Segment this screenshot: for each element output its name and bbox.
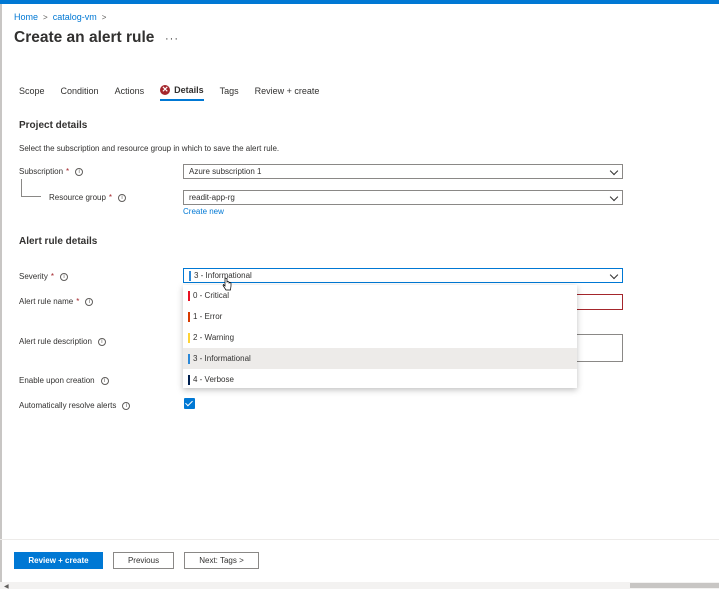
subscription-dropdown[interactable]: Azure subscription 1: [183, 164, 623, 179]
severity-options-list: 0 - Critical 1 - Error 2 - Warning 3 - I…: [183, 285, 577, 388]
resource-group-label: Resource group * i: [49, 193, 127, 202]
tab-label: Review + create: [254, 86, 320, 96]
top-accent-bar: [0, 0, 719, 4]
severity-option[interactable]: 3 - Informational: [183, 348, 577, 369]
tab-condition[interactable]: Condition: [61, 85, 99, 101]
resource-group-value: readit-app-rg: [189, 193, 235, 202]
severity-label-text: Severity: [19, 272, 48, 281]
breadcrumb: Home > catalog-vm >: [14, 12, 111, 22]
project-details-description: Select the subscription and resource gro…: [19, 144, 280, 153]
alert-rule-description-label: Alert rule description i: [19, 337, 106, 346]
create-new-link[interactable]: Create new: [183, 207, 224, 216]
severity-option[interactable]: 1 - Error: [183, 306, 577, 327]
breadcrumb-separator: >: [43, 12, 48, 22]
info-icon[interactable]: i: [118, 193, 127, 202]
enable-upon-creation-label: Enable upon creation i: [19, 376, 109, 385]
auto-resolve-label-text: Automatically resolve alerts: [19, 401, 117, 410]
tab-review-create[interactable]: Review + create: [255, 85, 320, 101]
tree-connector: [21, 179, 41, 197]
left-edge: [0, 4, 2, 589]
tab-label: Condition: [60, 86, 99, 96]
chevron-down-icon: [609, 270, 619, 280]
tab-scope[interactable]: Scope: [19, 85, 45, 101]
more-options-icon[interactable]: ···: [165, 33, 179, 45]
severity-option-label: 2 - Warning: [193, 333, 235, 342]
info-icon[interactable]: i: [100, 376, 109, 385]
info-icon[interactable]: i: [75, 167, 84, 176]
severity-color-bar: [188, 311, 190, 322]
previous-button[interactable]: Previous: [113, 552, 174, 569]
severity-color-bar: [188, 374, 190, 385]
alert-rule-description-label-text: Alert rule description: [19, 337, 92, 346]
mouse-cursor-icon: [222, 277, 232, 291]
alert-rule-name-label: Alert rule name * i: [19, 297, 94, 306]
tab-label: Details: [174, 85, 204, 95]
tab-details[interactable]: ✕ Details: [160, 85, 204, 101]
page-title: Create an alert rule: [14, 29, 155, 46]
severity-label: Severity * i: [19, 272, 69, 281]
subscription-value: Azure subscription 1: [189, 167, 262, 176]
auto-resolve-label: Automatically resolve alerts i: [19, 401, 131, 410]
review-create-button[interactable]: Review + create: [14, 552, 103, 569]
info-icon[interactable]: i: [97, 337, 106, 346]
info-icon[interactable]: i: [85, 297, 94, 306]
resource-group-label-text: Resource group: [49, 193, 106, 202]
footer-divider: [0, 539, 719, 540]
severity-color-bar: [188, 332, 190, 343]
subscription-label: Subscription * i: [19, 167, 84, 176]
required-mark: *: [76, 297, 80, 306]
tab-actions[interactable]: Actions: [115, 85, 145, 101]
next-tags-button[interactable]: Next: Tags >: [184, 552, 259, 569]
severity-option-label: 4 - Verbose: [193, 375, 234, 384]
info-icon[interactable]: i: [122, 401, 131, 410]
enable-upon-creation-label-text: Enable upon creation: [19, 376, 95, 385]
severity-option[interactable]: 0 - Critical: [183, 285, 577, 306]
auto-resolve-checkbox[interactable]: [184, 398, 195, 409]
tab-label: Scope: [19, 86, 45, 96]
error-icon: ✕: [160, 85, 171, 95]
severity-option[interactable]: 2 - Warning: [183, 327, 577, 348]
project-details-heading: Project details: [19, 120, 88, 131]
chevron-down-icon: [609, 166, 619, 176]
required-mark: *: [108, 193, 113, 202]
required-mark: *: [66, 167, 70, 176]
scroll-left-icon[interactable]: ◀: [4, 583, 9, 589]
tab-label: Actions: [114, 86, 145, 96]
tab-label: Tags: [219, 86, 239, 96]
wizard-tabs: Scope Condition Actions ✕ Details Tags R…: [19, 85, 335, 101]
scrollbar-thumb[interactable]: [630, 583, 719, 588]
breadcrumb-home[interactable]: Home: [14, 12, 38, 22]
alert-rule-details-heading: Alert rule details: [19, 236, 98, 247]
subscription-label-text: Subscription: [19, 167, 64, 176]
severity-option-label: 3 - Informational: [193, 354, 251, 363]
severity-dropdown[interactable]: 3 - Informational: [183, 268, 623, 283]
chevron-down-icon: [609, 192, 619, 202]
resource-group-dropdown[interactable]: readit-app-rg: [183, 190, 623, 205]
tab-tags[interactable]: Tags: [220, 85, 239, 101]
severity-option[interactable]: 4 - Verbose: [183, 369, 577, 390]
severity-color-bar: [188, 353, 190, 364]
required-mark: *: [50, 272, 55, 281]
breadcrumb-vm[interactable]: catalog-vm: [53, 12, 97, 22]
severity-color-bar: [188, 290, 190, 301]
severity-color-bar: [189, 270, 191, 281]
breadcrumb-separator: >: [101, 12, 107, 22]
info-icon[interactable]: i: [60, 272, 69, 281]
horizontal-scrollbar[interactable]: ◀: [0, 582, 719, 589]
alert-rule-name-label-text: Alert rule name: [19, 297, 74, 306]
severity-option-label: 1 - Error: [193, 312, 223, 321]
